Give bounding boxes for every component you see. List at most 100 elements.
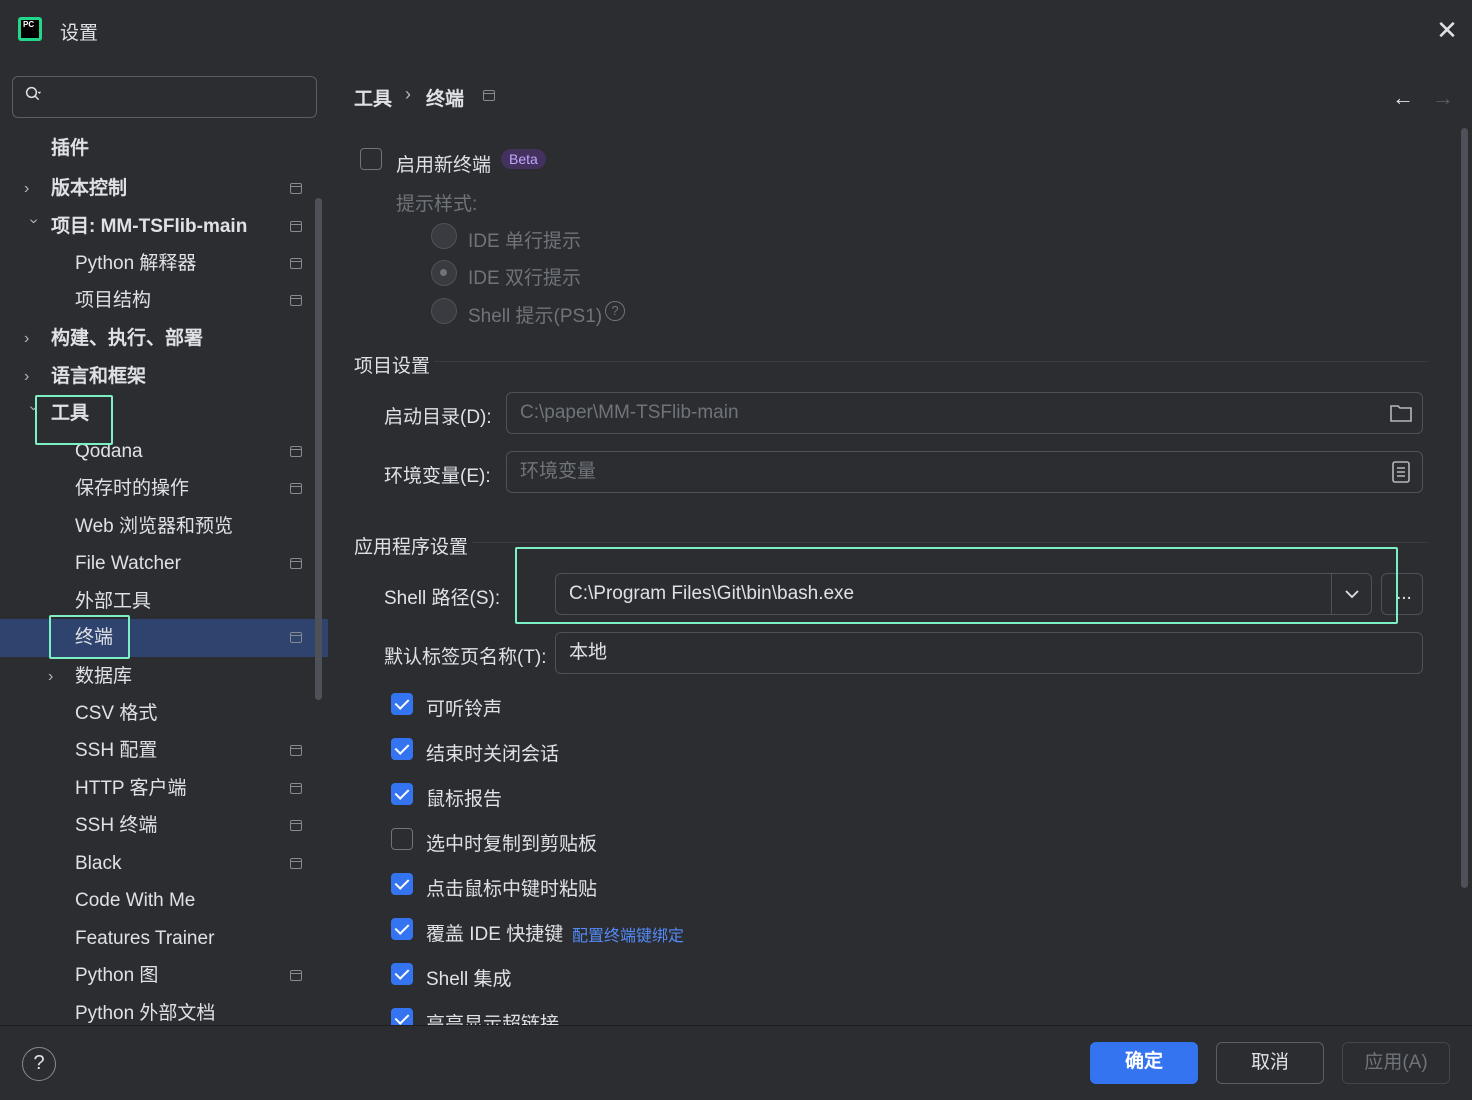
sidebar-item-build[interactable]: › 构建、执行、部署 — [0, 320, 328, 357]
sidebar-item-python-interpreter[interactable]: Python 解释器 — [0, 245, 328, 282]
ok-button[interactable]: 确定 — [1090, 1042, 1198, 1084]
sidebar-item-web-browsers[interactable]: Web 浏览器和预览 — [0, 508, 328, 545]
sidebar-item-plugins[interactable]: 插件 — [0, 130, 328, 167]
sidebar-item-http-client[interactable]: HTTP 客户端 — [0, 770, 328, 807]
sidebar-item-ssh-terminal[interactable]: SSH 终端 — [0, 807, 328, 844]
shell-path-combobox[interactable]: C:\Program Files\Git\bin\bash.exe — [555, 573, 1372, 615]
sidebar-scrollbar[interactable] — [315, 198, 322, 700]
sidebar-item-csv[interactable]: CSV 格式 — [0, 695, 328, 732]
sidebar-item-python-external-docs[interactable]: Python 外部文档 — [0, 995, 328, 1025]
content-scrollbar[interactable] — [1461, 128, 1468, 888]
project-level-icon — [483, 90, 495, 101]
tab-name-label: 默认标签页名称(T): — [384, 647, 547, 668]
sidebar-item-label: Black — [75, 853, 122, 874]
sidebar-item-label: 语言和框架 — [51, 366, 147, 387]
sidebar-item-ssh-config[interactable]: SSH 配置 — [0, 732, 328, 769]
sidebar-item-languages[interactable]: › 语言和框架 — [0, 358, 328, 395]
tab-name-field[interactable]: 本地 — [555, 632, 1423, 674]
sidebar-item-label: 保存时的操作 — [75, 478, 190, 499]
project-level-icon — [290, 745, 302, 756]
prompt-radio-single[interactable] — [431, 223, 457, 249]
sidebar-item-label: 项目: MM-TSFlib-main — [51, 216, 248, 237]
sidebar-item-label: Qodana — [75, 441, 143, 462]
forward-arrow-icon: → — [1432, 85, 1454, 110]
option-label: Shell 集成 — [426, 969, 512, 990]
sidebar-item-label: Web 浏览器和预览 — [75, 516, 234, 537]
paste-middle-click-checkbox[interactable] — [391, 873, 413, 895]
sidebar-item-black[interactable]: Black — [0, 845, 328, 882]
option-label: 点击鼠标中键时粘贴 — [426, 879, 598, 900]
sidebar-item-database[interactable]: › 数据库 — [0, 658, 328, 695]
project-level-icon — [290, 970, 302, 981]
prompt-radio-shell[interactable] — [431, 298, 457, 324]
env-vars-label: 环境变量(E): — [384, 466, 491, 487]
option-label: 覆盖 IDE 快捷键 — [426, 924, 564, 945]
sidebar-item-label: Python 外部文档 — [75, 1003, 216, 1024]
sidebar-item-python-diagrams[interactable]: Python 图 — [0, 957, 328, 994]
sidebar-item-project[interactable]: › 项目: MM-TSFlib-main — [0, 208, 328, 245]
sidebar-item-label: Code With Me — [75, 890, 196, 911]
new-terminal-label: 启用新终端 — [396, 155, 492, 176]
sidebar-item-actions-on-save[interactable]: 保存时的操作 — [0, 470, 328, 507]
close-on-exit-checkbox[interactable] — [391, 738, 413, 760]
chevron-right-icon[interactable]: › — [48, 658, 64, 695]
sidebar-item-tools[interactable]: › 工具 — [0, 395, 328, 432]
chevron-right-icon[interactable]: › — [24, 170, 40, 207]
project-level-icon — [290, 783, 302, 794]
help-button[interactable]: ? — [22, 1047, 56, 1081]
new-terminal-checkbox[interactable] — [360, 148, 382, 170]
audible-bell-checkbox[interactable] — [391, 693, 413, 715]
help-icon[interactable]: ? — [605, 301, 625, 321]
configure-keybindings-link[interactable]: 配置终端键绑定 — [572, 922, 684, 946]
sidebar-item-code-with-me[interactable]: Code With Me — [0, 882, 328, 919]
chevron-down-icon[interactable]: › — [16, 406, 53, 422]
project-level-icon — [290, 258, 302, 269]
override-ide-shortcuts-checkbox[interactable] — [391, 918, 413, 940]
sidebar-item-label: Python 图 — [75, 965, 159, 986]
pycharm-logo-icon: PC — [18, 17, 42, 41]
project-level-icon — [290, 558, 302, 569]
chevron-down-icon[interactable] — [1344, 588, 1360, 600]
window-title: 设置 — [60, 23, 99, 44]
copy-on-select-checkbox[interactable] — [391, 828, 413, 850]
browse-button[interactable]: ... — [1381, 573, 1423, 615]
sidebar-item-label: 插件 — [51, 138, 90, 159]
sidebar-item-vcs[interactable]: › 版本控制 — [0, 170, 328, 207]
sidebar-item-project-structure[interactable]: 项目结构 — [0, 282, 328, 319]
project-level-icon — [290, 295, 302, 306]
prompt-radio-double[interactable] — [431, 260, 457, 286]
sidebar-item-terminal[interactable]: 终端 — [0, 619, 328, 657]
sidebar-item-label: 数据库 — [75, 666, 133, 687]
back-arrow-icon[interactable]: ← — [1392, 85, 1414, 111]
logo-text: PC — [21, 20, 39, 38]
env-vars-field[interactable]: 环境变量 — [506, 451, 1423, 493]
prompt-option-label: IDE 单行提示 — [468, 231, 581, 252]
breadcrumb-parent[interactable]: 工具 — [354, 84, 392, 111]
app-settings-heading: 应用程序设置 — [354, 537, 469, 558]
combo-divider — [1331, 574, 1332, 614]
chevron-right-icon[interactable]: › — [24, 320, 40, 357]
search-input[interactable] — [12, 76, 317, 118]
sidebar-item-external-tools[interactable]: 外部工具 — [0, 583, 328, 620]
folder-icon[interactable] — [1389, 403, 1413, 423]
chevron-down-icon[interactable]: › — [16, 219, 53, 235]
beta-badge: Beta — [501, 149, 546, 169]
project-level-icon — [290, 820, 302, 831]
shell-integration-checkbox[interactable] — [391, 963, 413, 985]
prompt-option-label: Shell 提示(PS1) — [468, 306, 603, 327]
cancel-button[interactable]: 取消 — [1216, 1042, 1324, 1084]
highlight-links-checkbox[interactable] — [391, 1008, 413, 1025]
start-dir-field[interactable]: C:\paper\MM-TSFlib-main — [506, 392, 1423, 434]
close-icon[interactable]: ✕ — [1434, 17, 1460, 43]
option-label: 高亮显示超链接 — [426, 1014, 560, 1025]
edit-list-icon[interactable] — [1391, 460, 1411, 484]
sidebar-item-file-watcher[interactable]: File Watcher — [0, 545, 328, 582]
chevron-right-icon[interactable]: › — [24, 358, 40, 395]
sidebar-item-label: 终端 — [75, 627, 114, 648]
sidebar-item-features-trainer[interactable]: Features Trainer — [0, 920, 328, 957]
title-bar — [0, 0, 1472, 60]
start-dir-label: 启动目录(D): — [384, 407, 492, 428]
mouse-reporting-checkbox[interactable] — [391, 783, 413, 805]
prompt-option-label: IDE 双行提示 — [468, 268, 581, 289]
sidebar-item-qodana[interactable]: Qodana — [0, 433, 328, 470]
